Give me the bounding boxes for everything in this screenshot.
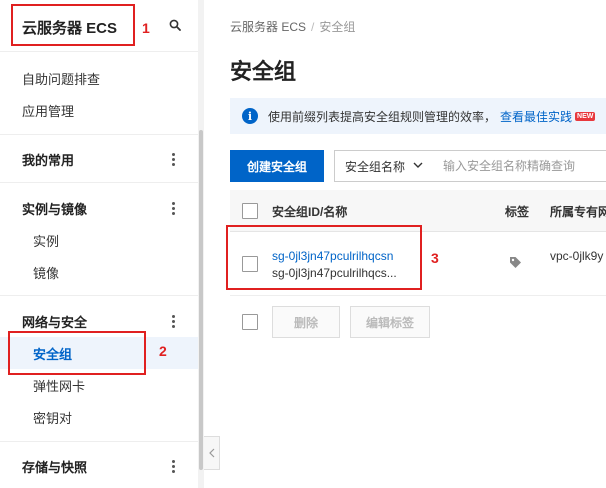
info-icon: i [242,108,258,124]
sidebar-group-label: 我的常用 [22,152,75,168]
sidebar-item-label: 实例 [33,233,60,249]
sidebar: 云服务器 ECS 自助问题排查 应用管理 我的常用 实例与镜像 实例 镜像 网络… [0,0,204,488]
breadcrumb-separator: / [311,20,315,34]
sidebar-item-label: 密钥对 [33,410,73,426]
info-banner: i 使用前缀列表提高安全组规则管理的效率， 查看最佳实践 NEW [230,98,606,134]
tag-icon[interactable] [509,256,522,272]
sidebar-item-label: 镜像 [33,265,60,281]
sidebar-item-app-management[interactable]: 应用管理 [0,94,198,126]
edit-tags-button[interactable]: 编辑标签 [350,306,430,338]
breadcrumb-current: 安全组 [319,20,356,34]
annotation-number-1: 1 [142,20,150,36]
search-input[interactable] [433,150,606,182]
sidebar-group-label: 实例与镜像 [22,201,88,217]
search-icon[interactable] [166,16,184,34]
create-security-group-button[interactable]: 创建安全组 [230,150,324,182]
more-icon[interactable] [166,151,180,167]
chevron-down-icon [413,162,423,168]
page-title: 安全组 [230,59,297,84]
bulk-select-checkbox[interactable] [242,314,258,330]
column-header-vpc: 所属专有网 [550,205,606,219]
sidebar-scrollbar-thumb[interactable] [199,130,203,470]
sidebar-item-label: 弹性网卡 [33,378,86,394]
annotation-number-3: 3 [431,250,439,266]
more-icon[interactable] [166,313,180,329]
divider [0,134,198,135]
column-header-tags: 标签 [505,205,530,219]
breadcrumb: 云服务器 ECS / 安全组 [230,18,355,35]
more-icon[interactable] [166,200,180,216]
collapse-sidebar-button[interactable] [204,436,220,470]
sidebar-item-instances[interactable]: 实例 [0,224,198,256]
breadcrumb-root[interactable]: 云服务器 ECS [230,20,306,34]
toolbar: 创建安全组 安全组名称 [230,150,606,182]
sidebar-item-label: 应用管理 [22,103,75,119]
vpc-id[interactable]: vpc-0jlk9y [550,249,603,263]
sidebar-item-troubleshoot[interactable]: 自助问题排查 [0,62,198,94]
annotation-box-2 [8,331,146,375]
sidebar-item-images[interactable]: 镜像 [0,256,198,288]
divider [0,182,198,183]
sidebar-group-instances-images[interactable]: 实例与镜像 [0,192,198,224]
chevron-left-icon [208,448,214,458]
new-badge: NEW [575,111,596,121]
info-banner-text: 使用前缀列表提高安全组规则管理的效率， [268,109,497,124]
filter-field-select[interactable]: 安全组名称 [334,150,434,182]
sidebar-item-keypairs[interactable]: 密钥对 [0,401,198,433]
sidebar-group-favorites[interactable]: 我的常用 [0,143,198,175]
column-header-id-name: 安全组ID/名称 [272,205,348,219]
bulk-actions: 删除 编辑标签 [230,306,606,338]
sidebar-item-label: 自助问题排查 [22,71,101,87]
annotation-box-3 [226,225,422,290]
divider [0,295,198,296]
filter-field-value: 安全组名称 [345,159,406,174]
divider [0,441,198,442]
sidebar-group-storage-snapshots[interactable]: 存储与快照 [0,450,198,482]
best-practice-link[interactable]: 查看最佳实践 [500,108,572,125]
annotation-number-2: 2 [159,343,167,359]
select-all-checkbox[interactable] [242,203,258,219]
more-icon[interactable] [166,458,180,474]
sidebar-group-label: 网络与安全 [22,314,88,330]
delete-button[interactable]: 删除 [272,306,340,338]
annotation-box-1 [11,4,135,46]
sidebar-group-label: 存储与快照 [22,459,88,475]
